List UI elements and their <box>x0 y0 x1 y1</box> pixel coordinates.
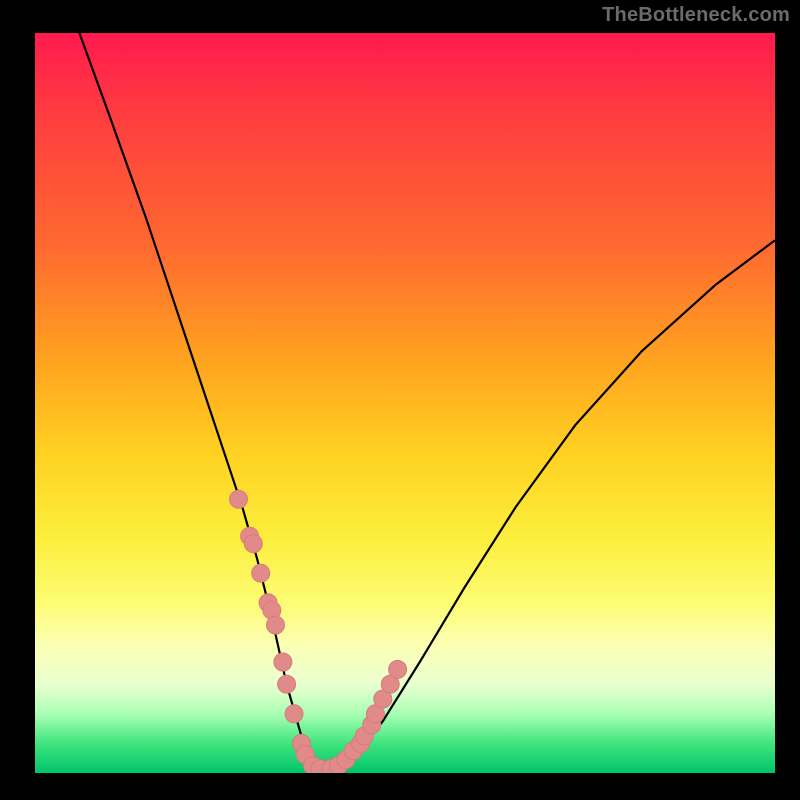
marker-group <box>230 490 407 773</box>
watermark-text: TheBottleneck.com <box>602 4 790 27</box>
marker-point <box>274 653 292 671</box>
marker-point <box>230 490 248 508</box>
marker-point <box>389 660 407 678</box>
plot-area <box>35 33 775 773</box>
marker-point <box>285 705 303 723</box>
marker-point <box>244 535 262 553</box>
marker-point <box>267 616 285 634</box>
bottleneck-curve <box>79 33 775 769</box>
curve-group <box>79 33 775 769</box>
marker-point <box>252 564 270 582</box>
outer-frame: TheBottleneck.com <box>0 0 800 800</box>
marker-point <box>278 675 296 693</box>
chart-svg <box>35 33 775 773</box>
